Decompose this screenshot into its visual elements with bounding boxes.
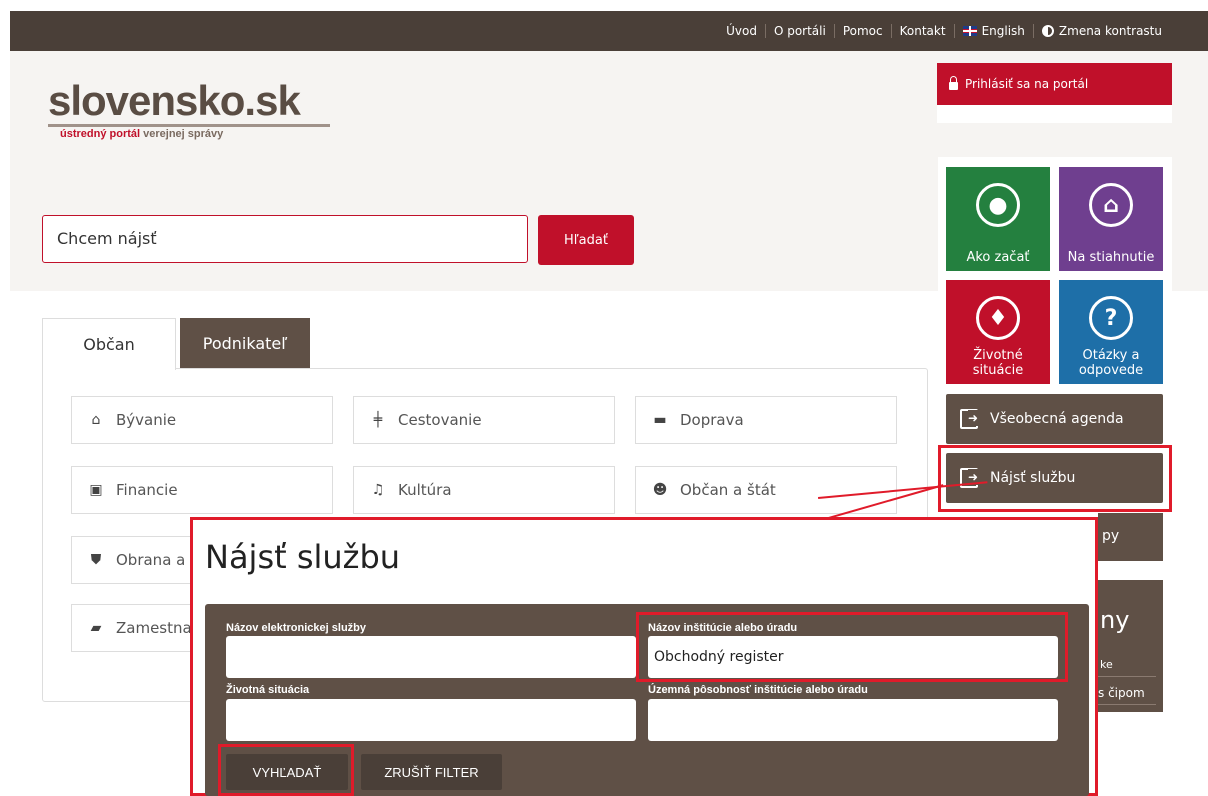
tile-label-line1: Otázky a — [1082, 348, 1140, 363]
divider — [1098, 704, 1156, 705]
nav-uvod[interactable]: Úvod — [718, 24, 765, 38]
tile-label-line2: odpovede — [1078, 363, 1144, 378]
category-label: Kultúra — [398, 481, 452, 499]
nav-english-label: English — [981, 24, 1025, 38]
category-label: Obrana a — [116, 551, 186, 569]
posobnost-input[interactable] — [648, 699, 1058, 741]
situacia-label: Životná situácia — [226, 684, 310, 696]
top-bar: Úvod O portáli Pomoc Kontakt English Zme… — [10, 11, 1208, 51]
najst-sluzbu-callout: Nájsť službu Názov elektronickej služby … — [190, 517, 1098, 796]
category-byvanie[interactable]: ⌂ Bývanie — [71, 396, 333, 444]
nav-contrast[interactable]: Zmena kontrastu — [1034, 24, 1170, 38]
side-button-partial-label: py — [1102, 528, 1120, 544]
posobnost-label: Územná pôsobnosť inštitúcie alebo úradu — [648, 684, 868, 696]
signpost-icon: ╪ — [373, 412, 383, 428]
highlight-institucia — [636, 612, 1068, 682]
house-person-icon: ⌂ — [1089, 183, 1133, 227]
question-icon: ? — [1089, 296, 1133, 340]
lightbulb-icon: ● — [976, 183, 1020, 227]
home-icon: ⌂ — [91, 412, 101, 428]
tile-otazky-odpovede[interactable]: ? Otázky a odpovede — [1059, 280, 1163, 384]
logo-tagline-brown: verejnej správy — [143, 128, 224, 140]
highlight-vyhladat — [218, 744, 354, 796]
situacia-input[interactable] — [226, 699, 636, 741]
shield-icon: ⛊ — [90, 552, 102, 568]
zrusit-filter-button[interactable]: ZRUŠIŤ FILTER — [361, 754, 502, 790]
music-icon: ♫ — [371, 482, 385, 498]
logo-tagline: ústredný portál verejnej správy — [60, 128, 223, 140]
side-box-link[interactable]: s čipom — [1098, 686, 1145, 700]
login-label: Prihlásiť sa na portál — [965, 77, 1089, 91]
logo-text: slovensko.sk — [48, 77, 301, 124]
popup-title: Nájsť službu — [205, 538, 401, 576]
side-box-partial: ny ke s čipom — [1098, 580, 1163, 712]
vseobecna-agenda-button[interactable]: Všeobecná agenda — [946, 394, 1163, 444]
tab-obcan[interactable]: Občan — [42, 318, 176, 370]
money-icon: ▣ — [89, 482, 103, 498]
side-button-partial[interactable]: py — [1098, 513, 1163, 561]
car-icon: ▬ — [653, 412, 667, 428]
category-kultura[interactable]: ♫ Kultúra — [353, 466, 615, 514]
category-label: Bývanie — [116, 411, 177, 429]
category-label: Cestovanie — [398, 411, 482, 429]
nav-o-portali[interactable]: O portáli — [766, 24, 834, 38]
search-button[interactable]: Hľadať — [538, 215, 634, 265]
person-sign-icon: ♦ — [976, 296, 1020, 340]
side-box-heading: ny — [1100, 606, 1130, 634]
tile-zivotne-situacie[interactable]: ♦ Životné situácie — [946, 280, 1050, 384]
search-form: Názov elektronickej služby Názov inštitú… — [205, 604, 1089, 796]
login-button[interactable]: Prihlásiť sa na portál — [937, 63, 1172, 105]
tile-label: Ako začať — [966, 250, 1030, 265]
nazov-sluzby-label: Názov elektronickej služby — [226, 622, 366, 634]
tile-ako-zacat[interactable]: ● Ako začať — [946, 167, 1050, 271]
document-arrow-icon — [960, 409, 979, 429]
search-input[interactable]: Chcem nájsť — [42, 215, 528, 263]
category-label: Doprava — [680, 411, 744, 429]
briefcase-icon: ▰ — [90, 620, 102, 636]
tab-podnikatel[interactable]: Podnikateľ — [180, 318, 310, 368]
highlight-najst-sluzbu — [938, 445, 1172, 512]
login-panel: Prihlásiť sa na portál — [937, 63, 1172, 123]
tile-label-line1: Životné — [973, 348, 1023, 363]
category-obcan-a-stat[interactable]: ☻ Občan a štát — [635, 466, 897, 514]
category-label: Zamestna — [116, 619, 192, 637]
nav-english[interactable]: English — [955, 24, 1033, 38]
logo-underline — [48, 124, 330, 127]
divider — [1098, 676, 1156, 677]
vseobecna-agenda-label: Všeobecná agenda — [990, 411, 1124, 427]
nazov-sluzby-input[interactable] — [226, 636, 636, 678]
nav-kontakt[interactable]: Kontakt — [892, 24, 954, 38]
category-cestovanie[interactable]: ╪ Cestovanie — [353, 396, 615, 444]
logo-tagline-red: ústredný portál — [60, 128, 141, 140]
nav-contrast-label: Zmena kontrastu — [1058, 24, 1162, 38]
users-icon: ☻ — [652, 482, 668, 498]
nav-pomoc[interactable]: Pomoc — [835, 24, 891, 38]
top-nav: Úvod O portáli Pomoc Kontakt English Zme… — [718, 11, 1170, 51]
tile-label: Na stiahnutie — [1067, 250, 1155, 265]
tile-na-stiahnutie[interactable]: ⌂ Na stiahnutie — [1059, 167, 1163, 271]
lock-icon — [949, 76, 958, 90]
site-logo[interactable]: slovensko.sk ústredný portál verejnej sp… — [48, 77, 330, 140]
category-label: Občan a štát — [680, 481, 776, 499]
side-box-link[interactable]: ke — [1100, 658, 1113, 671]
tile-label-line2: situácie — [972, 363, 1024, 378]
contrast-icon — [1041, 25, 1054, 37]
uk-flag-icon — [962, 26, 977, 36]
category-financie[interactable]: ▣ Financie — [71, 466, 333, 514]
category-doprava[interactable]: ▬ Doprava — [635, 396, 897, 444]
category-label: Financie — [116, 481, 178, 499]
